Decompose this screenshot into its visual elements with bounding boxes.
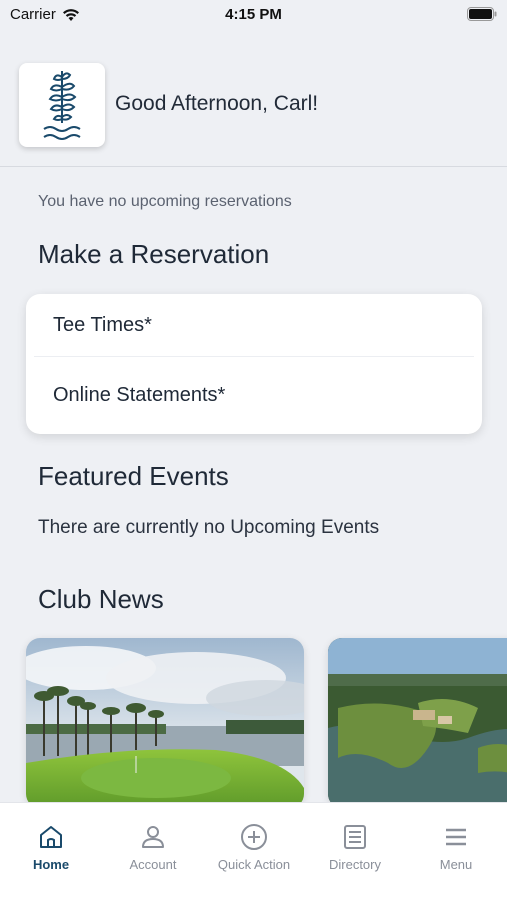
clock: 4:15 PM [225, 6, 282, 23]
hamburger-icon [446, 828, 466, 846]
account-icon [142, 826, 164, 848]
tab-quick-action[interactable]: Quick Action [204, 821, 304, 872]
news-card[interactable] [328, 638, 507, 808]
greeting-text: Good Afternoon, Carl! [115, 92, 319, 115]
tab-directory[interactable]: Directory [305, 821, 405, 872]
tab-menu[interactable]: Menu [406, 821, 506, 872]
tab-home-label: Home [32, 857, 70, 872]
status-bar: Carrier 4:15 PM [0, 0, 507, 30]
news-card[interactable] [26, 638, 304, 808]
tee-times-item[interactable]: Tee Times* [53, 314, 152, 337]
divider [34, 356, 474, 357]
aerial-golf-course-photo [328, 638, 507, 808]
no-reservations-text: You have no upcoming reservations [38, 193, 292, 210]
reservation-card: Tee Times* Online Statements* [26, 294, 482, 434]
golf-green-lake-photo [26, 638, 304, 808]
tab-home[interactable]: Home [1, 821, 101, 872]
make-reservation-title: Make a Reservation [38, 239, 270, 269]
club-logo[interactable] [19, 63, 105, 147]
club-logo-icon [43, 71, 81, 140]
header: Good Afternoon, Carl! [0, 55, 507, 167]
tab-quick-action-label: Quick Action [217, 857, 291, 872]
tab-account-label: Account [129, 857, 177, 872]
battery-icon [467, 7, 497, 25]
tab-menu-label: Menu [439, 857, 473, 872]
online-statements-item[interactable]: Online Statements* [53, 384, 225, 407]
tab-account[interactable]: Account [103, 821, 203, 872]
list-icon [344, 825, 366, 849]
tab-bar: Home Account Quick Action Directory Menu [0, 802, 507, 900]
featured-events-title: Featured Events [38, 461, 229, 491]
tab-directory-label: Directory [328, 857, 381, 872]
club-news-title: Club News [38, 584, 164, 614]
home-icon [40, 826, 62, 848]
plus-circle-icon [241, 824, 267, 850]
no-events-text: There are currently no Upcoming Events [38, 517, 380, 538]
